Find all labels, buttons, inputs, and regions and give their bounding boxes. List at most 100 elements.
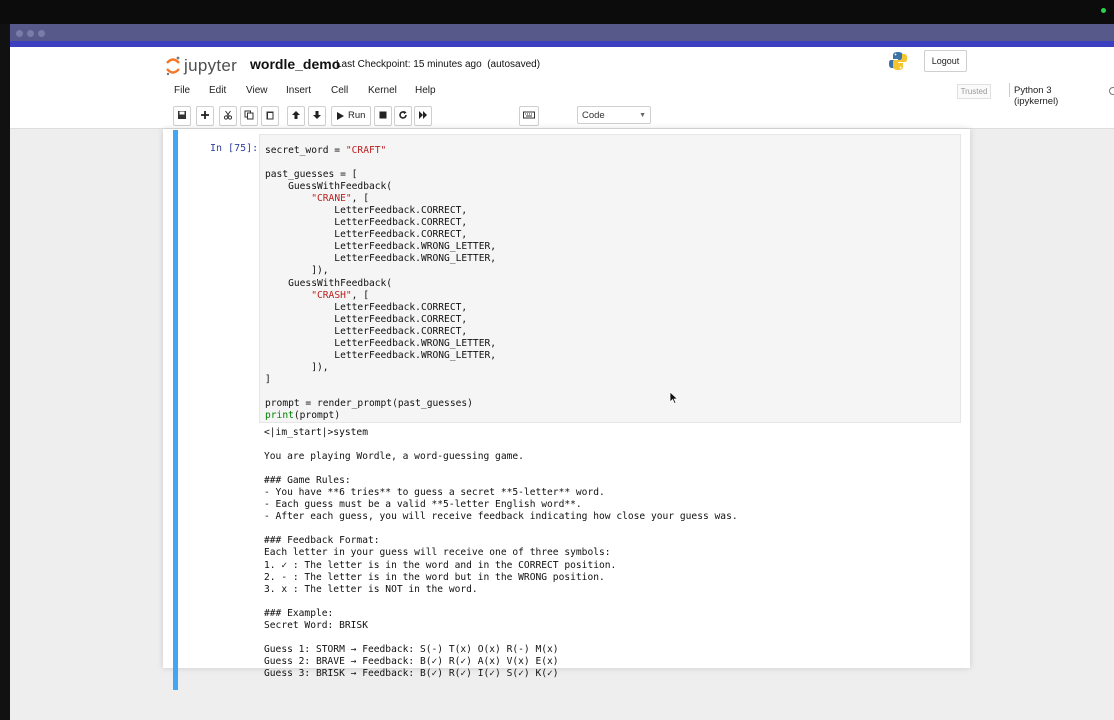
output-line: ### Example: [264, 607, 334, 619]
code-token: GuessWithFeedback( [265, 277, 393, 289]
input-prompt: In [75]: [210, 143, 259, 154]
code-token: LetterFeedback.CORRECT, [265, 325, 468, 337]
code-token: LetterFeedback.CORRECT, [265, 313, 468, 325]
code-line: LetterFeedback.CORRECT, [265, 326, 467, 337]
move-down-button[interactable] [308, 106, 326, 126]
output-line: You are playing Wordle, a word-guessing … [264, 451, 524, 463]
code-token: LetterFeedback.WRONG_LETTER, [265, 349, 497, 361]
code-token: LetterFeedback.CORRECT, [265, 301, 468, 313]
menu-file[interactable]: File [174, 85, 190, 96]
output-line: Guess 3: BRISK → Feedback: B(✓) R(✓) I(✓… [264, 667, 559, 679]
command-palette-button[interactable] [519, 106, 539, 126]
code-line: "CRASH", [ [265, 290, 369, 301]
code-cell[interactable]: In [75]: secret_word = "CRAFT" past_gues… [173, 130, 964, 690]
output-line: <|im_start|>system [264, 427, 368, 438]
cut-icon [223, 110, 233, 120]
window-close-icon[interactable] [16, 30, 23, 37]
output-line: - Each guess must be a valid **5-letter … [264, 499, 582, 511]
output-line: ### Game Rules: [264, 475, 351, 487]
mouse-cursor-icon [669, 391, 679, 405]
output-line: - After each guess, you will receive fee… [264, 511, 738, 523]
python-logo-icon [889, 52, 907, 70]
screen-top-bar [0, 0, 1114, 24]
kernel-status-icon [1109, 87, 1114, 95]
code-line: secret_word = "CRAFT" [265, 145, 386, 156]
notebook-container[interactable]: In [75]: secret_word = "CRAFT" past_gues… [10, 129, 1114, 720]
code-line: prompt = render_prompt(past_guesses) [265, 398, 473, 409]
restart-run-all-button[interactable] [414, 106, 432, 126]
code-token: secret_word = [265, 145, 346, 156]
code-line: "CRANE", [ [265, 193, 369, 204]
code-line: LetterFeedback.WRONG_LETTER, [265, 253, 496, 264]
cut-button[interactable] [219, 106, 237, 126]
run-button[interactable]: Run [331, 106, 371, 126]
code-editor[interactable]: secret_word = "CRAFT" past_guesses = [ G… [259, 134, 961, 423]
autosave-text: (autosaved) [487, 59, 541, 70]
run-label: Run [348, 110, 366, 121]
window-minimize-icon[interactable] [27, 30, 34, 37]
kernel-name[interactable]: Python 3 (ipykernel) [1014, 85, 1058, 107]
insert-cell-button[interactable] [196, 106, 214, 126]
code-token: ] [265, 373, 271, 385]
menu-view[interactable]: View [246, 85, 268, 96]
restart-button[interactable] [394, 106, 412, 126]
code-line: GuessWithFeedback( [265, 181, 392, 192]
menu-edit[interactable]: Edit [209, 85, 226, 96]
output-line: 2. - : The letter is in the word but in … [264, 571, 605, 583]
code-line: LetterFeedback.CORRECT, [265, 217, 467, 228]
code-line: ] [265, 374, 271, 385]
window-maximize-icon[interactable] [38, 30, 45, 37]
output-line: Secret Word: BRISK [264, 619, 368, 631]
copy-button[interactable] [240, 106, 258, 126]
code-line: ]), [265, 265, 328, 276]
keyboard-icon [523, 111, 535, 119]
menu-bar: File Edit View Insert Cell Kernel Help T… [163, 79, 1114, 107]
logout-button[interactable]: Logout [924, 50, 967, 72]
menu-kernel[interactable]: Kernel [368, 85, 397, 96]
code-token: GuessWithFeedback( [265, 181, 393, 193]
move-up-button[interactable] [287, 106, 305, 126]
status-dot [1101, 8, 1106, 13]
code-token: past_guesses = [ [265, 169, 358, 181]
browser-window: jupyter wordle_demo Last Checkpoint: 15 … [10, 24, 1114, 720]
kernel-separator [1009, 83, 1010, 97]
paste-icon [266, 111, 274, 120]
code-line: LetterFeedback.CORRECT, [265, 205, 467, 216]
trusted-badge[interactable]: Trusted [957, 84, 991, 99]
menu-cell[interactable]: Cell [331, 85, 348, 96]
code-line: GuessWithFeedback( [265, 278, 392, 289]
menu-insert[interactable]: Insert [286, 85, 311, 96]
interrupt-button[interactable] [374, 106, 392, 126]
fast-forward-icon [419, 111, 427, 119]
output-line: Guess 1: STORM → Feedback: S(-) T(x) O(x… [264, 643, 559, 655]
cell-output: <|im_start|>system You are playing Wordl… [264, 427, 738, 680]
code-token: , [ [351, 289, 369, 301]
code-token: "CRAFT" [345, 145, 387, 156]
paste-button[interactable] [261, 106, 279, 126]
code-line: LetterFeedback.WRONG_LETTER, [265, 241, 496, 252]
code-token: "CRANE" [311, 193, 352, 205]
checkpoint-text: Last Checkpoint: 15 minutes ago [336, 59, 482, 70]
code-text[interactable]: secret_word = "CRAFT" past_guesses = [ G… [265, 145, 496, 422]
menu-help[interactable]: Help [415, 85, 436, 96]
code-line: ]), [265, 361, 329, 373]
cell-type-select[interactable]: Code ▼ [577, 106, 651, 124]
arrow-down-icon [313, 111, 321, 119]
code-token: ]), [265, 361, 329, 373]
code-token: "CRASH" [311, 289, 352, 301]
jupyter-logo-text: jupyter [184, 56, 238, 75]
save-icon [178, 111, 186, 119]
output-line: 3. x : The letter is NOT in the word. [264, 583, 478, 595]
jupyter-logo[interactable]: jupyter [165, 53, 243, 81]
notebook-toolbar: Run Code ▼ [163, 106, 969, 128]
save-button[interactable] [173, 106, 191, 126]
output-line: ### Feedback Format: [264, 535, 380, 547]
screen-left-edge [0, 24, 10, 720]
code-line: past_guesses = [ [265, 169, 357, 180]
notebook-name[interactable]: wordle_demo [250, 56, 340, 72]
jupyter-orbit-icon [166, 56, 180, 76]
output-line: - You have **6 tries** to guess a secret… [264, 487, 605, 499]
code-line: LetterFeedback.WRONG_LETTER, [265, 338, 496, 349]
